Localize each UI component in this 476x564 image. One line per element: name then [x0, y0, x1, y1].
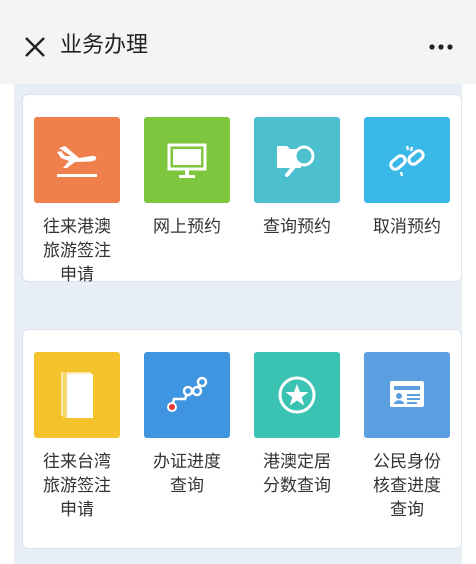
- service-card-2: 往来台湾 旅游签注 申请 办证进度 查询 港澳定居 分数查询 公民身份 核查进度…: [22, 329, 462, 549]
- service-tile: [34, 117, 120, 203]
- service-label: 取消预约: [373, 217, 441, 237]
- airplane-landing-icon: [57, 146, 97, 177]
- service-label: 办证进度 查询: [153, 452, 221, 496]
- service-tile: [364, 352, 450, 438]
- service-identity-check[interactable]: 公民身份 核查进度 查询: [357, 352, 457, 522]
- more-button[interactable]: [424, 30, 458, 64]
- service-progress-query[interactable]: 办证进度 查询: [137, 352, 237, 498]
- progress-path-icon: [167, 376, 208, 412]
- service-online-booking[interactable]: 网上预约: [137, 117, 237, 239]
- service-tile: [144, 117, 230, 203]
- service-hk-macau-visa[interactable]: 往来港澳 旅游签注 申请: [27, 117, 127, 287]
- top-bar: 业务办理: [0, 0, 476, 84]
- service-card-1: 往来港澳 旅游签注 申请 网上预约 查询预约 取消预约: [22, 94, 462, 285]
- service-taiwan-visa[interactable]: 往来台湾 旅游签注 申请: [27, 352, 127, 522]
- service-tile: [364, 117, 450, 203]
- folder-search-icon: [277, 145, 315, 177]
- service-label: 查询预约: [263, 217, 331, 237]
- service-label: 港澳定居 分数查询: [263, 452, 331, 496]
- more-dots-icon: [429, 44, 453, 50]
- service-cancel-booking[interactable]: 取消预约: [357, 117, 457, 239]
- service-label: 往来港澳 旅游签注 申请: [43, 217, 111, 285]
- close-icon: [25, 37, 45, 57]
- monitor-icon: [167, 143, 207, 178]
- service-query-booking[interactable]: 查询预约: [247, 117, 347, 239]
- close-button[interactable]: [18, 30, 52, 64]
- service-tile: [254, 117, 340, 203]
- content-area: 往来港澳 旅游签注 申请 网上预约 查询预约 取消预约 往来台湾 旅游签注 申请…: [14, 84, 462, 564]
- id-card-icon: [390, 381, 424, 407]
- service-label: 网上预约: [153, 217, 221, 237]
- page-title: 业务办理: [60, 33, 149, 58]
- service-tile: [34, 352, 120, 438]
- broken-link-icon: [389, 145, 425, 177]
- service-residence-score[interactable]: 港澳定居 分数查询: [247, 352, 347, 498]
- star-badge-icon: [278, 376, 316, 414]
- service-tile: [254, 352, 340, 438]
- service-label: 往来台湾 旅游签注 申请: [43, 452, 111, 520]
- service-tile: [144, 352, 230, 438]
- service-label: 公民身份 核查进度 查询: [373, 452, 441, 520]
- book-icon: [61, 372, 93, 418]
